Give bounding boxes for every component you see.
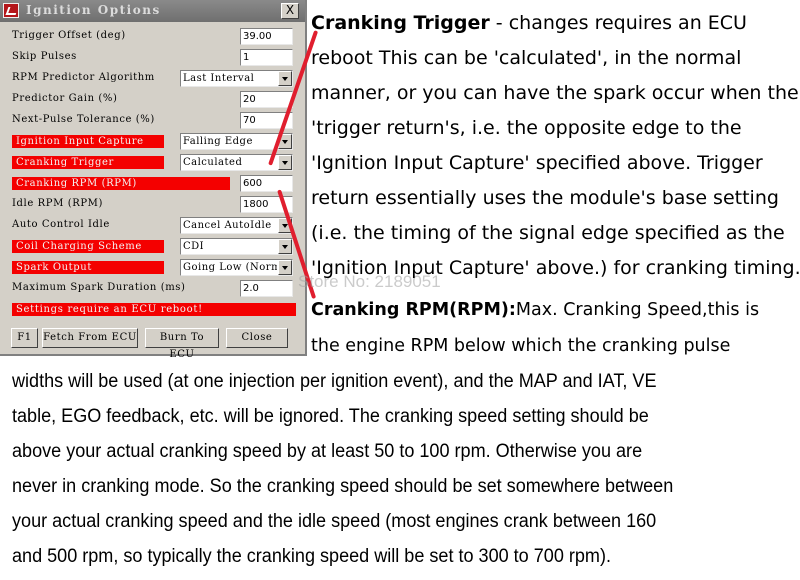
select-value: Cancel AutoIdle xyxy=(183,220,272,231)
burn-to-ecu-button[interactable]: Burn To ECU xyxy=(145,328,219,360)
field-label: Predictor Gain (%) xyxy=(12,93,118,104)
chevron-down-icon[interactable] xyxy=(278,260,292,275)
select-value: CDI xyxy=(183,241,205,252)
description-line: table, EGO feedback, etc. will be ignore… xyxy=(12,406,649,427)
description-line: (i.e. the timing of the signal edge spec… xyxy=(311,222,785,244)
field-label-highlighted: Ignition Input Capture xyxy=(12,135,164,148)
select-value: Calculated xyxy=(183,157,243,168)
max-spark-duration-input[interactable]: 2.0 xyxy=(240,280,293,297)
rpm-predictor-select[interactable]: Last Interval xyxy=(180,70,293,87)
select-value: Falling Edge xyxy=(183,136,253,147)
cranking-rpm-description: Cranking RPM(RPM):Max. Cranking Speed,th… xyxy=(311,292,800,364)
field-row-ignition-input-capture: Ignition Input Capture Falling Edge xyxy=(12,133,296,151)
description-line: manner, or you can have the spark occur … xyxy=(311,82,799,104)
spark-output-select[interactable]: Going Low (Normal) xyxy=(180,259,293,276)
select-value: Going Low (Normal) xyxy=(183,262,277,273)
description-line: Cranking RPM(RPM):Max. Cranking Speed,th… xyxy=(311,300,760,320)
field-row-auto-control-idle: Auto Control Idle Cancel AutoIdle xyxy=(12,217,296,235)
field-label-highlighted: Coil Charging Scheme xyxy=(12,240,164,253)
chevron-down-icon[interactable] xyxy=(278,239,292,254)
cranking-trigger-select[interactable]: Calculated xyxy=(180,154,293,171)
skip-pulses-input[interactable]: 1 xyxy=(240,49,293,66)
chevron-down-icon[interactable] xyxy=(278,155,292,170)
description-line: the engine RPM below which the cranking … xyxy=(311,336,731,356)
description-line: Cranking Trigger - changes requires an E… xyxy=(311,12,747,34)
field-label-highlighted: Cranking Trigger xyxy=(12,156,164,169)
field-row-skip-pulses: Skip Pulses 1 xyxy=(12,49,296,67)
description-line: above your actual cranking speed by at l… xyxy=(12,441,643,462)
description-line: never in cranking mode. So the cranking … xyxy=(12,476,674,497)
field-label: Skip Pulses xyxy=(12,51,77,62)
dialog-title: Ignition Options xyxy=(26,3,161,17)
chevron-down-icon[interactable] xyxy=(278,71,292,86)
field-label: Idle RPM (RPM) xyxy=(12,198,104,209)
fetch-from-ecu-button[interactable]: Fetch From ECU xyxy=(42,328,138,348)
description-line: 'Ignition Input Capture' specified above… xyxy=(311,152,763,174)
predictor-gain-input[interactable]: 20 xyxy=(240,91,293,108)
trigger-offset-input[interactable]: 39.00 xyxy=(240,28,293,45)
description-line: your actual cranking speed and the idle … xyxy=(12,511,657,532)
field-label: Trigger Offset (deg) xyxy=(12,30,126,41)
cranking-rpm-description-continued: widths will be used (at one injection pe… xyxy=(12,364,800,574)
field-label-highlighted: Spark Output xyxy=(12,261,164,274)
field-row-next-pulse-tolerance: Next-Pulse Tolerance (%) 70 xyxy=(12,112,296,130)
field-label-highlighted: Cranking RPM (RPM) xyxy=(12,177,230,190)
reboot-warning-banner: Settings require an ECU reboot! xyxy=(12,303,296,316)
field-row-coil-charging-scheme: Coil Charging Scheme CDI xyxy=(12,238,296,256)
field-row-predictor-gain: Predictor Gain (%) 20 xyxy=(12,91,296,109)
field-label: RPM Predictor Algorithm xyxy=(12,72,155,83)
cranking-trigger-description: Cranking Trigger - changes requires an E… xyxy=(311,6,800,286)
close-button[interactable]: Close xyxy=(226,328,288,348)
auto-control-idle-select[interactable]: Cancel AutoIdle xyxy=(180,217,293,234)
select-value: Last Interval xyxy=(183,73,255,84)
field-row-cranking-rpm: Cranking RPM (RPM) 600 xyxy=(12,175,296,193)
description-line: 'Ignition Input Capture' above.) for cra… xyxy=(311,257,800,279)
description-line: and 500 rpm, so typically the cranking s… xyxy=(12,546,611,567)
field-label: Maximum Spark Duration (ms) xyxy=(12,282,186,293)
description-line: 'trigger return's, i.e. the opposite edg… xyxy=(311,117,742,139)
description-heading: Cranking Trigger xyxy=(311,12,490,34)
field-label: Next-Pulse Tolerance (%) xyxy=(12,114,155,125)
field-row-spark-output: Spark Output Going Low (Normal) xyxy=(12,259,296,277)
help-f1-button[interactable]: F1 xyxy=(11,328,38,348)
cranking-rpm-input[interactable]: 600 xyxy=(240,175,293,192)
field-row-rpm-predictor: RPM Predictor Algorithm Last Interval xyxy=(12,70,296,88)
ignition-options-dialog: Ignition Options X Trigger Offset (deg) … xyxy=(0,0,307,360)
description-line: return essentially uses the module's bas… xyxy=(311,187,779,209)
field-row-cranking-trigger: Cranking Trigger Calculated xyxy=(12,154,296,172)
close-window-button[interactable]: X xyxy=(281,3,299,19)
field-row-max-spark-duration: Maximum Spark Duration (ms) 2.0 xyxy=(12,280,296,298)
app-icon xyxy=(3,3,19,18)
description-line: widths will be used (at one injection pe… xyxy=(12,371,657,392)
description-line: reboot This can be 'calculated', in the … xyxy=(311,47,742,69)
field-label: Auto Control Idle xyxy=(12,219,110,230)
coil-charging-scheme-select[interactable]: CDI xyxy=(180,238,293,255)
description-heading: Cranking RPM(RPM): xyxy=(311,300,516,320)
dialog-titlebar[interactable]: Ignition Options X xyxy=(0,0,305,22)
field-row-trigger-offset: Trigger Offset (deg) 39.00 xyxy=(12,28,296,46)
field-row-idle-rpm: Idle RPM (RPM) 1800 xyxy=(12,196,296,214)
